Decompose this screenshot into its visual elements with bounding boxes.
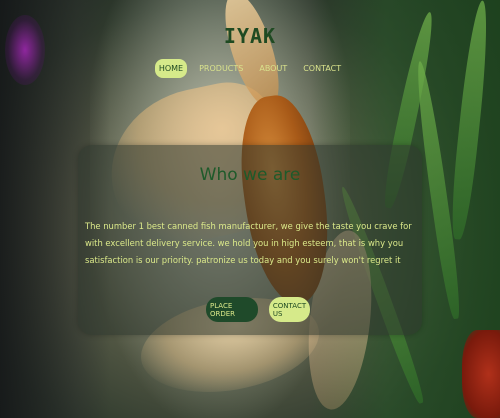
nav-item-products[interactable]: PRODUCTS [195,59,247,78]
hero-card: Who we are The number 1 best canned fish… [78,145,422,335]
site-logo[interactable]: IYAK [0,24,500,48]
hero-title: Who we are [199,165,301,185]
nav-item-about[interactable]: ABOUT [255,59,291,78]
background-fish-red [462,330,500,418]
hero-actions: PLACE ORDER CONTACT US [78,297,422,322]
main-nav: HOME PRODUCTS ABOUT CONTACT [0,59,500,78]
page: IYAK HOME PRODUCTS ABOUT CONTACT Who we … [0,0,500,418]
nav-item-home[interactable]: HOME [154,59,188,78]
place-order-button[interactable]: PLACE ORDER [206,297,258,322]
hero-description: The number 1 best canned fish manufactur… [85,221,412,265]
nav-item-contact[interactable]: CONTACT [299,59,345,78]
contact-us-button[interactable]: CONTACT US [269,297,310,322]
